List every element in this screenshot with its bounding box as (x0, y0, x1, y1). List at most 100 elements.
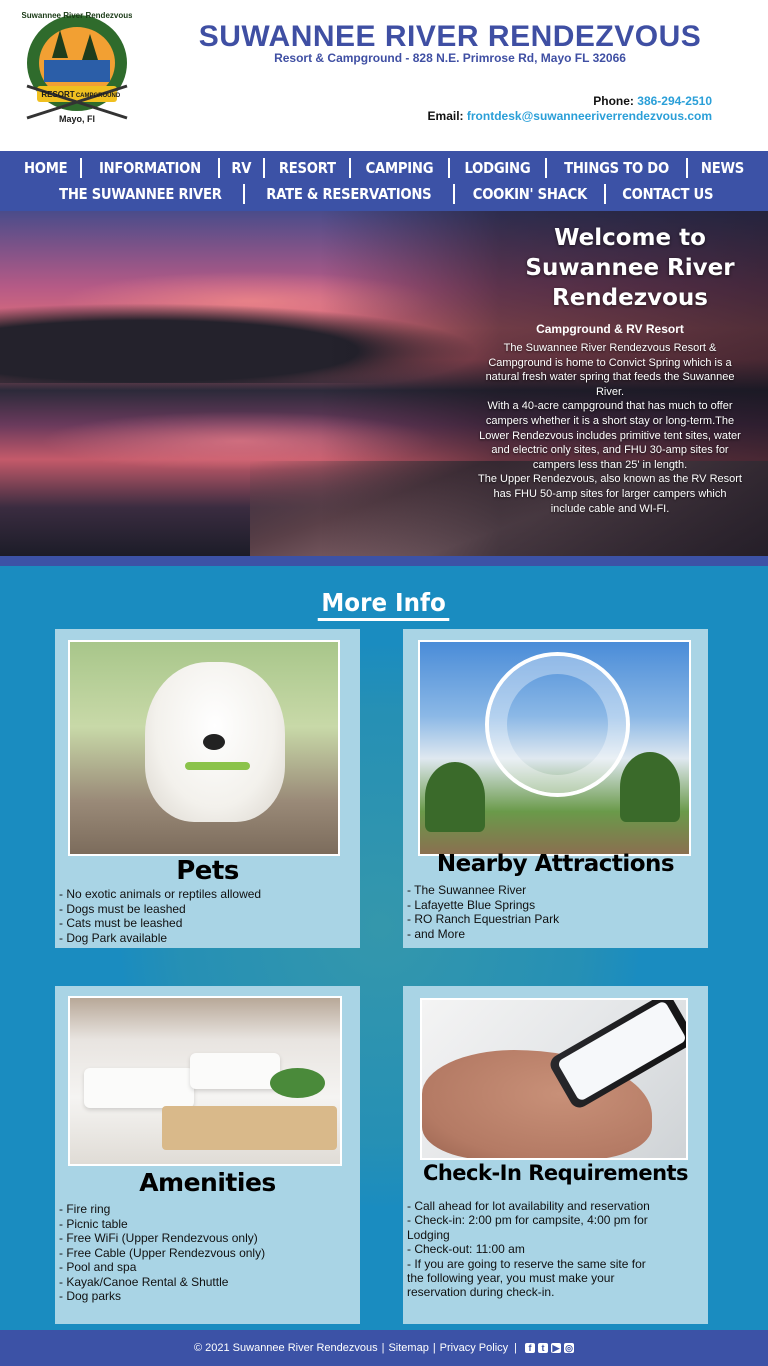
nav-row-1: HOME INFORMATION RV RESORT CAMPING LODGI… (0, 157, 768, 179)
card-list: - Call ahead for lot availability and re… (407, 1199, 650, 1300)
footer-copyright: © 2021 Suwannee River Rendezvous (193, 1342, 378, 1354)
footer-sitemap-link[interactable]: Sitemap (388, 1342, 428, 1354)
puppy-photo (68, 640, 340, 856)
contact-email: Email: frontdesk@suwanneeriverrendezvous… (312, 109, 712, 123)
nav-home[interactable]: HOME (15, 157, 76, 179)
footer-separator: | (514, 1342, 517, 1354)
hero-heading: Welcome to Suwannee River Rendezvous (500, 223, 760, 313)
more-info-title: More Info (0, 588, 768, 621)
main-nav: HOME INFORMATION RV RESORT CAMPING LODGI… (0, 151, 768, 211)
list-item: - Dog Park available (59, 930, 168, 945)
nav-divider (448, 158, 451, 178)
youtube-icon[interactable]: ▶ (551, 1343, 561, 1353)
list-item: reservation during check-in. (407, 1285, 555, 1300)
hero-paragraph-1: The Suwannee River Rendezvous Resort & C… (485, 342, 735, 398)
list-item: - If you are going to reserve the same s… (407, 1256, 646, 1271)
nav-lodging[interactable]: LODGING (456, 157, 540, 179)
nav-contact-us[interactable]: CONTACT US (614, 183, 723, 205)
site-header: Suwannee River Rendezvous RESORT CAMPGRO… (0, 0, 768, 151)
puppy-nose (203, 734, 225, 750)
card-nearby-attractions: Nearby Attractions - The Suwannee River … (403, 629, 708, 948)
plant (270, 1068, 325, 1098)
ferris-wheel-photo (418, 640, 691, 856)
nav-rv[interactable]: RV (223, 157, 260, 179)
list-item: - Lafayette Blue Springs (407, 897, 536, 912)
site-logo[interactable]: Suwannee River Rendezvous RESORT CAMPGRO… (22, 8, 132, 128)
hero-paragraph-2: With a 40-acre campground that has much … (479, 400, 741, 471)
hero-banner: Welcome to Suwannee River Rendezvous Cam… (0, 211, 768, 556)
footer-separator: | (381, 1342, 385, 1354)
logo-banner-left: RESORT (41, 90, 74, 99)
email-link[interactable]: frontdesk@suwanneeriverrendezvous.com (467, 109, 712, 123)
phone-label: Phone: (593, 94, 634, 108)
palm-tree (620, 752, 680, 822)
nav-divider (218, 158, 221, 178)
nav-divider (452, 184, 455, 204)
nav-row-2: THE SUWANNEE RIVER RATE & RESERVATIONS C… (0, 183, 768, 205)
contact-phone: Phone: 386-294-2510 (312, 94, 712, 108)
nav-divider (604, 184, 607, 204)
hero-heading-line-1: Welcome to (554, 225, 706, 251)
list-item: - Call ahead for lot availability and re… (407, 1199, 650, 1213)
card-title: Check-In Requirements (422, 1161, 689, 1185)
site-title: SUWANNEE RIVER RENDEZVOUS (198, 20, 702, 53)
nav-news[interactable]: NEWS (692, 157, 753, 179)
card-list: - Fire ring - Picnic table - Free WiFi (… (59, 1202, 265, 1304)
email-label: Email: (427, 109, 464, 123)
towel (84, 1068, 194, 1108)
nav-divider (80, 158, 83, 178)
list-item: - Cats must be leashed (59, 916, 183, 930)
hero-heading-line-3: Rendezvous (552, 285, 708, 311)
twitter-icon[interactable]: t (538, 1343, 548, 1353)
list-item: - The Suwannee River (407, 883, 527, 897)
nav-cookin-shack[interactable]: COOKIN' SHACK (464, 183, 596, 205)
list-item: - RO Ranch Equestrian Park (407, 912, 560, 926)
more-info-section: More Info Pets - No exotic animals or re… (0, 556, 768, 1330)
facebook-icon[interactable]: f (525, 1343, 535, 1353)
social-links: f t ▶ ◎ (525, 1343, 574, 1353)
nav-resort[interactable]: RESORT (270, 157, 345, 179)
site-address: Resort & Campground - 828 N.E. Primrose … (274, 51, 626, 65)
nav-camping[interactable]: CAMPING (357, 157, 442, 179)
logo-top-text: Suwannee River Rendezvous (22, 11, 132, 20)
phone-in-hand-photo (420, 998, 688, 1160)
towel (190, 1053, 280, 1089)
list-item: - No exotic animals or reptiles allowed (59, 887, 262, 901)
list-item: - Check-in: 2:00 pm for campsite, 4:00 p… (407, 1213, 648, 1228)
list-item: - Free Cable (Upper Rendezvous only) (59, 1245, 266, 1260)
nav-things-to-do[interactable]: THINGS TO DO (555, 157, 677, 179)
list-item: - Check-out: 11:00 am (407, 1242, 525, 1257)
hotel-bed-photo (68, 996, 342, 1166)
hero-subheading: Campground & RV Resort (536, 322, 684, 336)
card-title: Pets (176, 856, 239, 886)
footer-privacy-link[interactable]: Privacy Policy (440, 1342, 508, 1354)
instagram-icon[interactable]: ◎ (564, 1343, 574, 1353)
tray (162, 1106, 337, 1150)
nav-divider (349, 158, 352, 178)
nav-divider (242, 184, 245, 204)
nav-the-suwannee-river[interactable]: THE SUWANNEE RIVER (50, 183, 230, 205)
puppy-collar (185, 762, 250, 770)
list-item: - Kayak/Canoe Rental & Shuttle (59, 1274, 229, 1289)
list-item: - Pool and spa (59, 1260, 137, 1274)
nav-information[interactable]: INFORMATION (90, 157, 210, 179)
card-title: Amenities (139, 1168, 276, 1197)
hero-paragraph-3: The Upper Rendezvous, also known as the … (478, 473, 742, 515)
card-check-in-requirements: Check-In Requirements - Call ahead for l… (403, 986, 708, 1324)
nav-rate-reservations[interactable]: RATE & RESERVATIONS (257, 183, 440, 205)
nav-divider (686, 158, 689, 178)
palm-tree (425, 762, 485, 832)
list-item: - Fire ring (59, 1202, 111, 1216)
more-info-title-text: More Info (318, 588, 450, 621)
card-pets: Pets - No exotic animals or reptiles all… (55, 629, 360, 948)
card-list: - The Suwannee River - Lafayette Blue Sp… (407, 883, 559, 941)
logo-banner-right: CAMPGROUND (76, 93, 121, 99)
list-item: the following year, you must make your (407, 1271, 615, 1286)
phone-link[interactable]: 386-294-2510 (637, 94, 712, 108)
site-footer: © 2021 Suwannee River Rendezvous | Sitem… (0, 1330, 768, 1366)
list-item: - Dog parks (59, 1289, 122, 1303)
card-title: Nearby Attractions (436, 851, 675, 877)
footer-separator: | (432, 1342, 436, 1354)
list-item: - Free WiFi (Upper Rendezvous only) (59, 1231, 258, 1245)
ferris-wheel-ring (485, 652, 630, 797)
